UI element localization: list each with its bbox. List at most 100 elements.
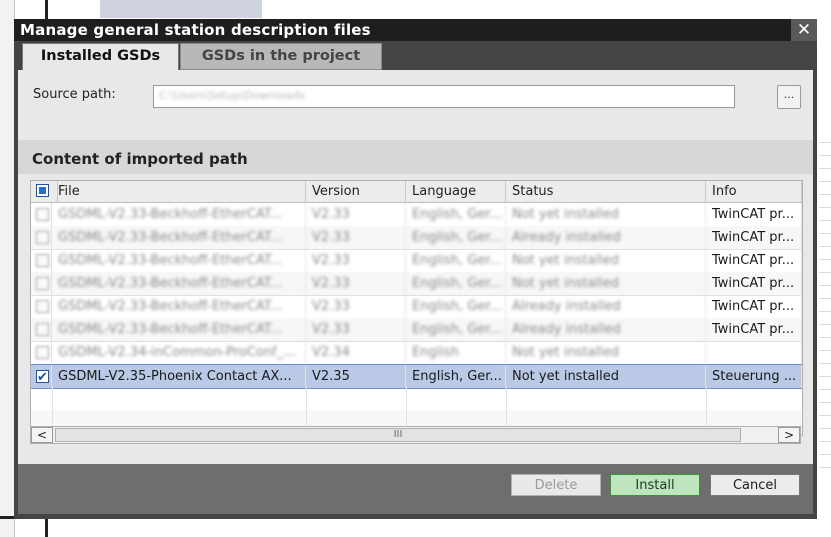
row-checkbox[interactable] bbox=[36, 231, 49, 244]
cell-info: TwinCAT pr... bbox=[706, 226, 802, 249]
cell-version: V2.33 bbox=[306, 272, 406, 295]
cell-info: TwinCAT pr... bbox=[706, 295, 802, 318]
background-window-strip bbox=[0, 0, 15, 537]
background-tab bbox=[100, 0, 262, 18]
row-checkbox-cell bbox=[31, 295, 52, 318]
row-checkbox-cell bbox=[31, 365, 52, 388]
cell-file: GSDML-V2.33-Beckhoff-EtherCAT... bbox=[52, 272, 306, 295]
select-all-checkbox[interactable] bbox=[36, 184, 49, 197]
background-list bbox=[819, 130, 831, 470]
table-header: File Version Language Status Info bbox=[31, 181, 802, 203]
dialog-footer: Delete Install Cancel bbox=[18, 464, 813, 514]
cell-info: TwinCAT pr... bbox=[706, 272, 802, 295]
row-checkbox-cell bbox=[31, 318, 52, 341]
section-title: Content of imported path bbox=[32, 150, 248, 168]
cell-info: TwinCAT pr... bbox=[706, 318, 802, 341]
scroll-right-button[interactable]: > bbox=[778, 427, 800, 443]
cell-language: English, Ger... bbox=[406, 226, 506, 249]
cell-status: Already installed bbox=[506, 295, 706, 318]
browse-button[interactable]: ... bbox=[777, 85, 801, 109]
cell-info: TwinCAT pr... bbox=[706, 203, 802, 226]
row-checkbox[interactable] bbox=[36, 366, 49, 388]
horizontal-scrollbar[interactable]: < III > bbox=[30, 426, 801, 444]
table-row[interactable]: GSDML-V2.33-Beckhoff-EtherCAT... V2.33 Eng… bbox=[31, 318, 802, 342]
row-checkbox-cell bbox=[31, 341, 52, 364]
table-row[interactable]: GSDML-V2.33-Beckhoff-EtherCAT... V2.33 Eng… bbox=[31, 249, 802, 273]
scroll-thumb[interactable]: III bbox=[55, 428, 741, 442]
cell-file: GSDML-V2.33-Beckhoff-EtherCAT... bbox=[52, 318, 306, 341]
cell-language: English, Ger... bbox=[406, 249, 506, 272]
manage-gsd-dialog: Manage general station description files… bbox=[14, 19, 817, 519]
empty-cell bbox=[52, 387, 53, 410]
cell-language: English, Ger... bbox=[406, 365, 506, 388]
chevron-right-icon: > bbox=[783, 428, 795, 442]
cell-language: English, Ger... bbox=[406, 272, 506, 295]
background-divider bbox=[45, 0, 48, 20]
row-checkbox-cell bbox=[31, 249, 52, 272]
cell-version: V2.35 bbox=[306, 365, 406, 388]
cell-info: Steuerung ... bbox=[706, 365, 802, 388]
row-checkbox-cell bbox=[31, 203, 52, 226]
row-checkbox[interactable] bbox=[36, 254, 49, 267]
row-checkbox[interactable] bbox=[36, 300, 49, 313]
gsd-table: File Version Language Status Info GSDML-… bbox=[30, 180, 803, 436]
tab-gsds-in-project[interactable]: GSDs in the project bbox=[180, 43, 382, 70]
cell-status: Already installed bbox=[506, 318, 706, 341]
row-checkbox-cell bbox=[31, 226, 52, 249]
cell-file: GSDML-V2.33-Beckhoff-EtherCAT... bbox=[52, 249, 306, 272]
table-row[interactable]: GSDML-V2.33-Beckhoff-EtherCAT... V2.33 Eng… bbox=[31, 295, 802, 319]
dialog-title: Manage general station description files bbox=[20, 21, 371, 39]
cell-file: GSDML-V2.33-Beckhoff-EtherCAT... bbox=[52, 203, 306, 226]
title-bar: Manage general station description files… bbox=[14, 19, 817, 41]
column-header-file[interactable]: File bbox=[52, 181, 306, 202]
cell-language: English bbox=[406, 341, 506, 364]
row-checkbox[interactable] bbox=[36, 208, 49, 221]
cell-file: GSDML-V2.33-Beckhoff-EtherCAT... bbox=[52, 295, 306, 318]
cell-version: V2.33 bbox=[306, 295, 406, 318]
table-row[interactable]: GSDML-V2.33-Beckhoff-EtherCAT... V2.33 Eng… bbox=[31, 226, 802, 250]
install-button[interactable]: Install bbox=[610, 474, 700, 496]
row-checkbox-cell bbox=[31, 272, 52, 295]
table-row[interactable]: GSDML-V2.33-Beckhoff-EtherCAT... V2.33 Eng… bbox=[31, 272, 802, 296]
empty-row bbox=[31, 387, 802, 411]
cell-status: Not yet installed bbox=[506, 203, 706, 226]
close-icon: ✕ bbox=[796, 20, 812, 40]
table-row[interactable]: GSDML-V2.33-Beckhoff-EtherCAT... V2.33 Eng… bbox=[31, 203, 802, 227]
cell-version: V2.33 bbox=[306, 318, 406, 341]
tab-installed-gsds[interactable]: Installed GSDs bbox=[22, 43, 179, 72]
cell-status: Not yet installed bbox=[506, 249, 706, 272]
tab-panel: Source path: C:\Users\Setup\Downloads ..… bbox=[18, 70, 813, 473]
column-header-info[interactable]: Info bbox=[706, 181, 802, 202]
cell-status: Already installed bbox=[506, 226, 706, 249]
column-header-language[interactable]: Language bbox=[406, 181, 506, 202]
cell-version: V2.33 bbox=[306, 203, 406, 226]
background-divider bbox=[45, 516, 48, 537]
cell-language: English, Ger... bbox=[406, 295, 506, 318]
row-checkbox[interactable] bbox=[36, 277, 49, 290]
cell-language: English, Ger... bbox=[406, 203, 506, 226]
cell-version: V2.33 bbox=[306, 226, 406, 249]
cell-file: GSDML-V2.35-Phoenix Contact AX... bbox=[52, 365, 306, 388]
source-path-label: Source path: bbox=[33, 87, 116, 102]
row-checkbox[interactable] bbox=[36, 323, 49, 336]
row-checkbox[interactable] bbox=[36, 346, 49, 359]
cancel-button[interactable]: Cancel bbox=[710, 474, 800, 496]
close-button[interactable]: ✕ bbox=[791, 19, 817, 41]
empty-cell bbox=[306, 387, 307, 410]
empty-cell bbox=[406, 387, 407, 410]
cell-status: Not yet installed bbox=[506, 341, 706, 364]
cell-status: Not yet installed bbox=[506, 272, 706, 295]
cell-status: Not yet installed bbox=[506, 365, 706, 388]
delete-button[interactable]: Delete bbox=[511, 474, 601, 496]
column-header-status[interactable]: Status bbox=[506, 181, 706, 202]
empty-cell bbox=[706, 387, 707, 410]
table-row[interactable]: GSDML-V2.35-Phoenix Contact AX...V2.35En… bbox=[31, 364, 802, 389]
cell-info bbox=[706, 341, 802, 364]
scroll-left-button[interactable]: < bbox=[31, 427, 53, 443]
column-header-version[interactable]: Version bbox=[306, 181, 406, 202]
table-row[interactable]: GSDML-V2.34-inCommon-ProConf_... V2.34 Eng… bbox=[31, 341, 802, 365]
source-path-value: C:\Users\Setup\Downloads bbox=[159, 89, 305, 102]
source-path-input[interactable]: C:\Users\Setup\Downloads bbox=[153, 85, 735, 108]
cell-file: GSDML-V2.34-inCommon-ProConf_... bbox=[52, 341, 306, 364]
empty-cell bbox=[506, 387, 507, 410]
